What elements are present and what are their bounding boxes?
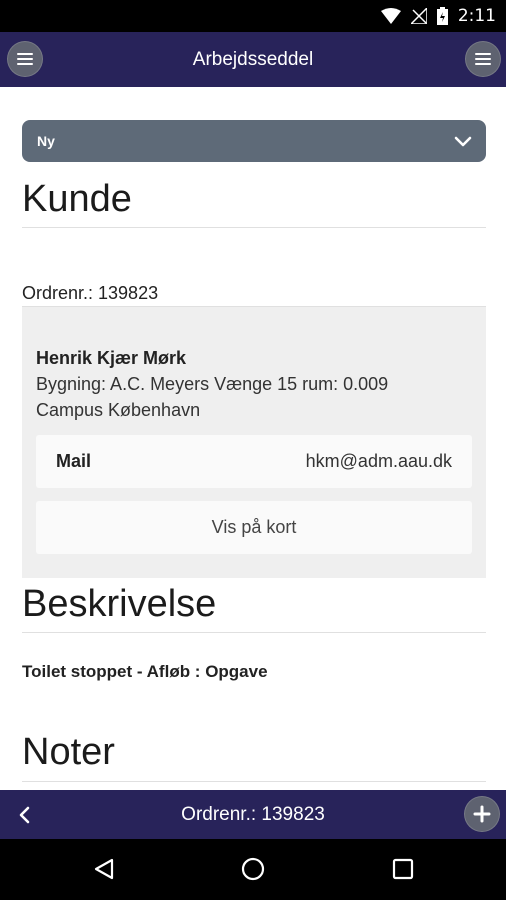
mail-row[interactable]: Mail hkm@adm.aau.dk <box>36 435 472 488</box>
mail-value[interactable]: hkm@adm.aau.dk <box>306 435 452 488</box>
status-bar: 2:11 <box>0 0 506 32</box>
hamburger-icon <box>17 53 33 65</box>
section-title-beskrivelse: Beskrivelse <box>22 583 217 625</box>
bottom-bar-title: Ordrenr.: 139823 <box>181 804 325 825</box>
divider <box>22 632 486 633</box>
no-signal-icon <box>410 8 427 24</box>
divider <box>22 781 486 782</box>
status-select-value: Ny <box>37 133 55 149</box>
system-nav-bar <box>0 839 506 900</box>
chevron-down-icon <box>454 136 472 147</box>
add-button[interactable] <box>464 796 500 832</box>
hamburger-icon <box>475 53 491 65</box>
triangle-back-icon <box>94 858 114 880</box>
section-title-noter: Noter <box>22 731 115 773</box>
show-on-map-button[interactable]: Vis på kort <box>36 501 472 554</box>
nav-recents-button[interactable] <box>387 853 419 885</box>
clock: 2:11 <box>457 6 496 26</box>
customer-card: Henrik Kjær Mørk Bygning: A.C. Meyers Væ… <box>22 307 486 578</box>
description-text: Toilet stoppet - Afløb : Opgave <box>22 662 268 681</box>
page-title: Arbejdsseddel <box>192 49 314 70</box>
mail-label: Mail <box>56 451 92 471</box>
customer-name: Henrik Kjær Mørk <box>36 348 187 368</box>
order-number: Ordrenr.: 139823 <box>22 283 159 303</box>
status-icons: 2:11 <box>380 5 496 27</box>
square-recents-icon <box>392 858 414 880</box>
bottom-bar: Ordrenr.: 139823 <box>0 790 506 839</box>
nav-home-button[interactable] <box>237 853 269 885</box>
section-title-kunde: Kunde <box>22 178 132 220</box>
customer-building: Bygning: A.C. Meyers Vænge 15 rum: 0.009 <box>36 374 389 394</box>
menu-button-right[interactable] <box>465 41 501 77</box>
battery-charging-icon <box>436 7 448 25</box>
plus-icon <box>473 805 491 823</box>
menu-button-left[interactable] <box>7 41 43 77</box>
status-select[interactable]: Ny <box>22 120 486 162</box>
divider <box>22 227 486 228</box>
wifi-icon <box>380 8 401 24</box>
circle-home-icon <box>241 857 265 881</box>
customer-campus: Campus København <box>36 400 201 420</box>
nav-back-button[interactable] <box>88 853 120 885</box>
app-header: Arbejdsseddel <box>0 32 506 87</box>
